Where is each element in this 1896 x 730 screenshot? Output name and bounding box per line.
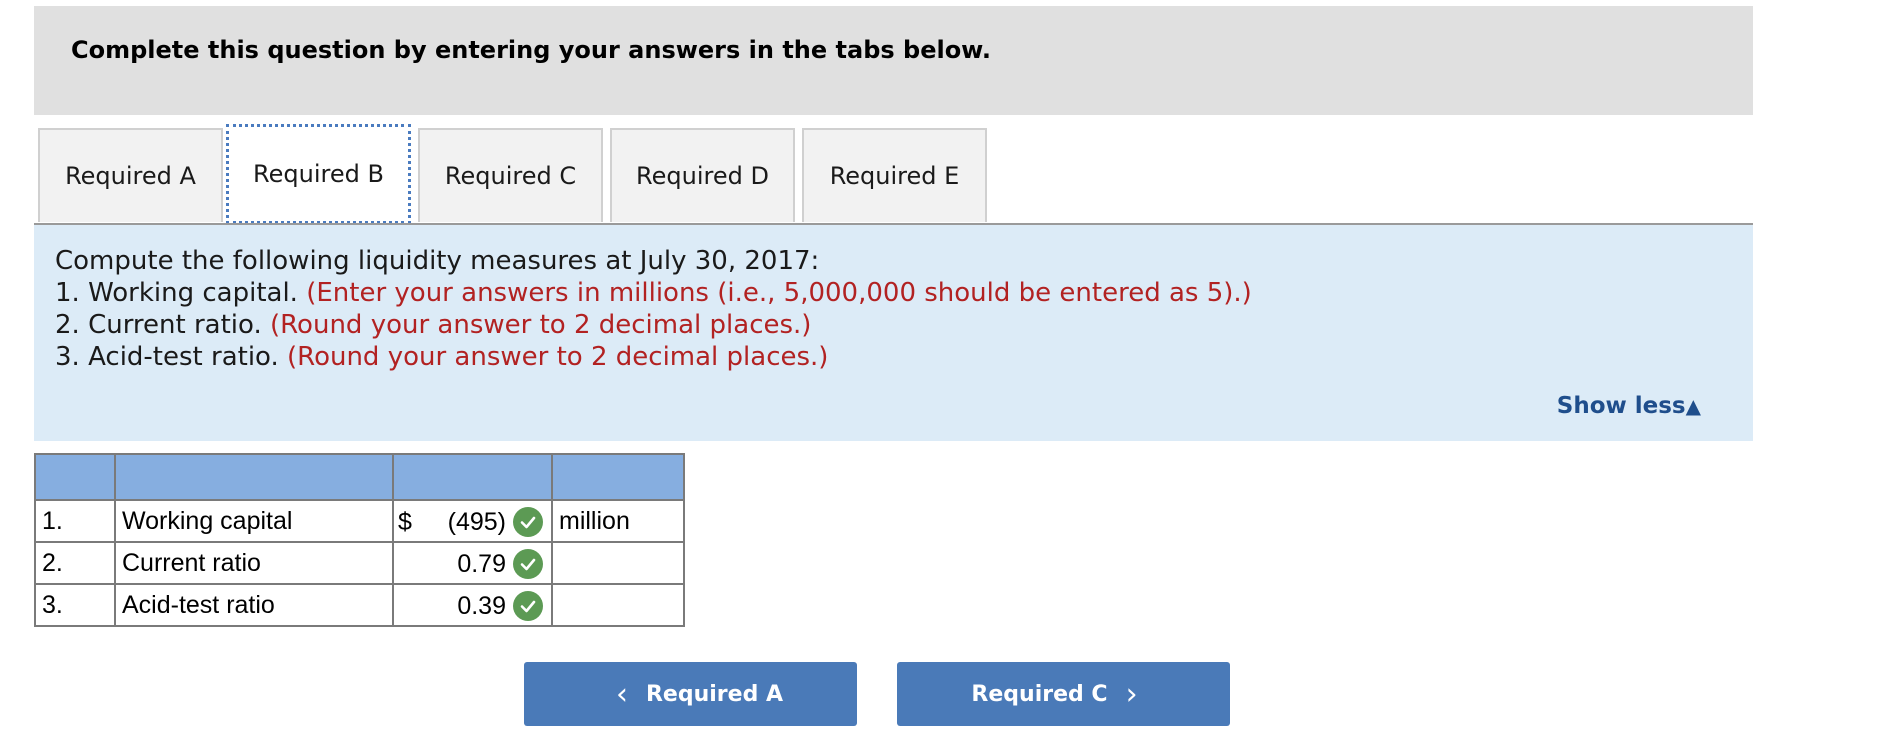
question-title: Complete this question by entering your …	[71, 36, 991, 64]
table-row: 3. Acid-test ratio 0.39	[34, 583, 685, 627]
chevron-left-icon: ‹	[615, 676, 628, 712]
tab-required-b[interactable]: Required B	[226, 124, 411, 224]
row-label: Working capital	[114, 499, 394, 543]
header-cell	[114, 453, 394, 501]
check-icon	[513, 591, 543, 621]
table-row: 1. Working capital $ (495) million	[34, 499, 685, 543]
check-icon	[513, 507, 543, 537]
check-icon	[513, 549, 543, 579]
row-label: Acid-test ratio	[114, 583, 394, 627]
table-row: 2. Current ratio 0.79	[34, 541, 685, 585]
currency-symbol: $	[398, 508, 412, 536]
instruction-line-1: Compute the following liquidity measures…	[55, 246, 820, 276]
unit-label: million	[551, 499, 685, 543]
header-cell	[551, 453, 685, 501]
next-required-c-button[interactable]: Required C ›	[897, 662, 1230, 726]
row-number: 3.	[34, 583, 116, 627]
instruction-line-4: 3. Acid-test ratio. (Round your answer t…	[55, 341, 1252, 373]
current-ratio-input[interactable]: 0.79	[392, 541, 553, 585]
instruction-3-note: (Round your answer to 2 decimal places.)	[270, 310, 812, 340]
show-less-label: Show less	[1556, 393, 1686, 419]
table-header-row	[34, 453, 685, 501]
prev-button-label: Required A	[645, 681, 784, 707]
acid-test-ratio-input[interactable]: 0.39	[392, 583, 553, 627]
next-button-label: Required C	[971, 681, 1108, 707]
tab-required-d[interactable]: Required D	[610, 128, 795, 222]
instruction-line-2: 1. Working capital. (Enter your answers …	[55, 277, 1252, 309]
chevron-right-icon: ›	[1125, 676, 1138, 712]
tab-required-a[interactable]: Required A	[38, 128, 223, 222]
unit-cell	[551, 541, 685, 585]
question-header: Complete this question by entering your …	[34, 6, 1753, 115]
instruction-line-3: 2. Current ratio. (Round your answer to …	[55, 309, 1252, 341]
instruction-2-note: (Enter your answers in millions (i.e., 5…	[306, 278, 1252, 308]
answer-value: 0.79	[457, 550, 506, 578]
unit-cell	[551, 583, 685, 627]
triangle-up-icon: ▲	[1685, 394, 1701, 418]
prev-required-a-button[interactable]: ‹ Required A	[524, 662, 857, 726]
working-capital-input[interactable]: $ (495)	[392, 499, 553, 543]
tab-required-e[interactable]: Required E	[802, 128, 987, 222]
instruction-4-prefix: 3. Acid-test ratio.	[55, 342, 279, 372]
instruction-3-prefix: 2. Current ratio.	[55, 310, 262, 340]
show-less-link[interactable]: Show less▲	[1557, 393, 1701, 419]
answer-value: 0.39	[457, 592, 506, 620]
instruction-2-prefix: 1. Working capital.	[55, 278, 298, 308]
row-label: Current ratio	[114, 541, 394, 585]
tab-required-c[interactable]: Required C	[418, 128, 603, 222]
answer-table: 1. Working capital $ (495) million 2. Cu…	[34, 453, 685, 627]
instructions-text: Compute the following liquidity measures…	[55, 245, 1252, 373]
instructions-panel: Compute the following liquidity measures…	[34, 225, 1753, 441]
header-cell	[34, 453, 116, 501]
row-number: 1.	[34, 499, 116, 543]
answer-value: (495)	[447, 508, 506, 536]
header-cell	[392, 453, 553, 501]
row-number: 2.	[34, 541, 116, 585]
instruction-4-note: (Round your answer to 2 decimal places.)	[287, 342, 829, 372]
